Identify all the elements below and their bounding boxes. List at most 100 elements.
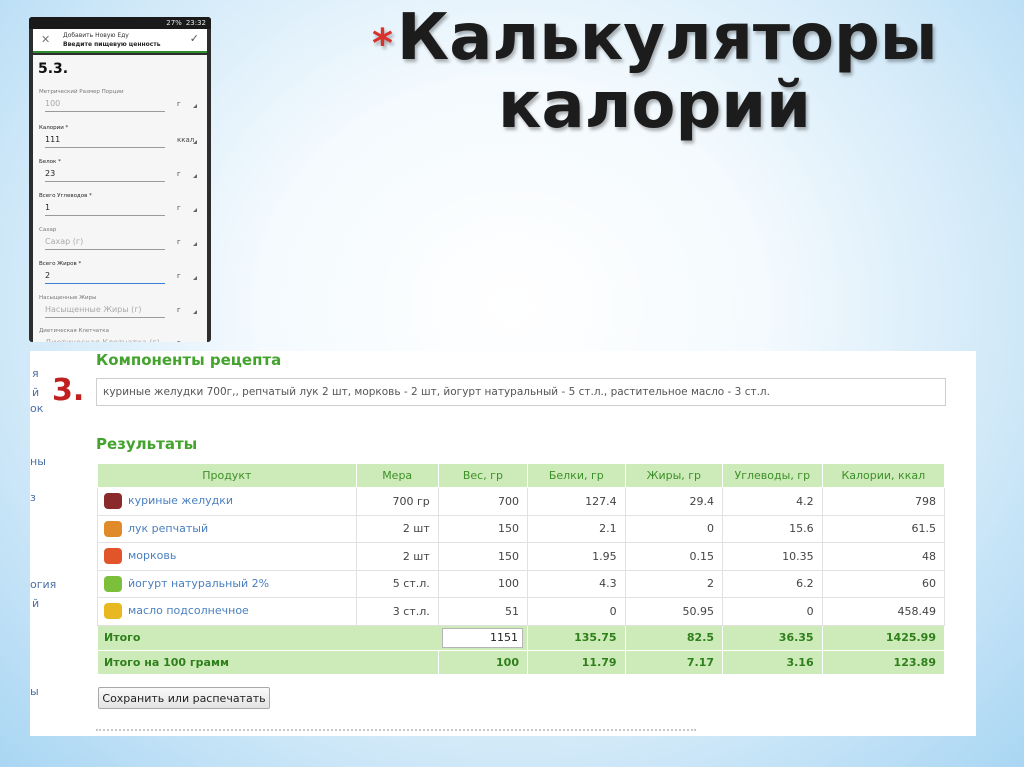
col-header-measure: Мера (355, 463, 439, 488)
table-row: масло подсолнечное 3 ст.л. 51 0 50.95 0 458.49 (97, 597, 946, 626)
carbs-cell: 0 (722, 597, 823, 626)
phone-field-unit[interactable]: г (177, 272, 181, 280)
phone-field[interactable]: Метрический Размер Порции 100 г (39, 89, 199, 119)
save-or-print-button[interactable]: Сохранить или распечатать (98, 687, 270, 709)
phone-field-unit[interactable]: ккал (177, 136, 194, 144)
phone-field-label: Калории * (39, 125, 69, 131)
phone-field-input[interactable]: Сахар (г) (45, 237, 165, 250)
phone-field-input[interactable]: 111 (45, 135, 165, 148)
phone-status-bar: 27% 23:32 (29, 17, 211, 29)
ingredients-input[interactable]: куриные желудки 700г,, репчатый лук 2 шт… (96, 378, 946, 406)
phone-field-input[interactable]: 2 (45, 271, 165, 284)
measure-cell: 700 гр (355, 487, 439, 516)
kcal-cell: 61.5 (821, 514, 946, 543)
product-cell: йогурт натуральный 2% (97, 569, 357, 598)
kcal-cell: 458.49 (821, 597, 946, 626)
product-link[interactable]: куриные желудки (128, 494, 233, 507)
product-cell: морковь (97, 542, 357, 571)
web-step-label: 3. (52, 373, 85, 408)
cut-off-content (96, 729, 696, 736)
chicken-gizzards-icon (104, 493, 122, 510)
phone-field-unit[interactable]: г (177, 306, 181, 314)
col-header-product: Продукт (97, 463, 357, 488)
weight-cell: 150 (437, 514, 529, 543)
app-subtitle: Введите пищевую ценность (63, 41, 161, 48)
protein-cell: 2.1 (527, 514, 626, 543)
phone-field-input[interactable]: Насыщенные Жиры (г) (45, 305, 165, 318)
per100-weight: 100 (437, 649, 529, 675)
per100-kcal: 123.89 (821, 649, 946, 675)
product-cell: лук репчатый (97, 514, 357, 543)
per100-fat: 7.17 (624, 649, 724, 675)
table-row: лук репчатый 2 шт 150 2.1 0 15.6 61.5 (97, 514, 946, 543)
carbs-cell: 4.2 (722, 487, 823, 516)
close-icon[interactable]: ✕ (41, 33, 50, 46)
col-header-fat: Жиры, гр (624, 463, 724, 488)
dropdown-corner-icon (193, 104, 197, 108)
phone-field[interactable]: Всего Жиров * 2 г (39, 261, 199, 291)
phone-field-label: Насыщенные Жиры (39, 295, 97, 301)
phone-field-label: Всего Углеводов * (39, 193, 92, 199)
phone-field-input[interactable]: 23 (45, 169, 165, 182)
phone-field-unit[interactable]: г (177, 339, 181, 342)
phone-field[interactable]: Сахар Сахар (г) г (39, 227, 199, 257)
col-header-protein: Белки, гр (527, 463, 626, 488)
phone-field-unit[interactable]: г (177, 204, 181, 212)
recipe-calculator: я й ок ны з огия й ы 3. Компоненты рецеп… (30, 351, 976, 736)
sidebar-text: огия (30, 578, 57, 591)
total-carbs: 36.35 (722, 624, 823, 651)
per100-carbs: 3.16 (722, 649, 823, 675)
dropdown-corner-icon (193, 174, 197, 178)
yogurt-icon (104, 575, 122, 592)
fat-cell: 2 (624, 569, 724, 598)
product-link[interactable]: йогурт натуральный 2% (128, 577, 269, 590)
protein-cell: 0 (527, 597, 626, 626)
sunflower-oil-icon (104, 603, 122, 620)
table-row: морковь 2 шт 150 1.95 0.15 10.35 48 (97, 542, 946, 571)
kcal-cell: 798 (821, 487, 946, 516)
phone-field-input[interactable]: Диетическая Клетчатка (г) (45, 338, 165, 342)
phone-field[interactable]: Белок * 23 г (39, 159, 199, 189)
title-star: * (372, 21, 393, 67)
total-kcal: 1425.99 (821, 624, 946, 651)
phone-field-input[interactable]: 100 (45, 99, 165, 112)
title-line-1: Калькуляторы (396, 1, 938, 75)
phone-field-label: Метрический Размер Порции (39, 89, 124, 95)
product-link[interactable]: масло подсолнечное (128, 604, 249, 617)
col-header-kcal: Калории, ккал (821, 463, 946, 488)
fat-cell: 0 (624, 514, 724, 543)
phone-field[interactable]: Диетическая Клетчатка Диетическая Клетчат… (39, 328, 199, 342)
dropdown-corner-icon (193, 242, 197, 246)
fat-cell: 29.4 (624, 487, 724, 516)
dropdown-corner-icon (193, 310, 197, 314)
phone-field[interactable]: Калории * 111 ккал (39, 125, 199, 155)
phone-form: 5.3. Метрический Размер Порции 100 г Калори… (33, 55, 207, 342)
phone-field-unit[interactable]: г (177, 170, 181, 178)
total-row: Итого 1151 135.75 82.5 36.35 1425.99 (97, 624, 946, 651)
phone-field-input[interactable]: 1 (45, 203, 165, 216)
onion-icon (104, 520, 122, 537)
total-weight-field[interactable]: 1151 (442, 627, 523, 648)
phone-field-label: Всего Жиров * (39, 261, 82, 267)
phone-field-unit[interactable]: г (177, 238, 181, 246)
checkmark-icon[interactable]: ✓ (190, 32, 199, 45)
phone-field-unit[interactable]: г (177, 100, 181, 108)
carbs-cell: 15.6 (722, 514, 823, 543)
sidebar-text: й (32, 386, 40, 399)
total-protein: 135.75 (527, 624, 626, 651)
phone-field[interactable]: Всего Углеводов * 1 г (39, 193, 199, 223)
measure-cell: 2 шт (355, 514, 439, 543)
weight-cell: 150 (437, 542, 529, 571)
weight-cell: 700 (437, 487, 529, 516)
product-link[interactable]: лук репчатый (128, 522, 208, 535)
phone-field[interactable]: Насыщенные Жиры Насыщенные Жиры (г) г (39, 295, 199, 325)
table-header-row: Продукт Мера Вес, гр Белки, гр Жиры, гр … (97, 463, 946, 488)
per100-row: Итого на 100 грамм 100 11.79 7.17 3.16 1… (97, 649, 946, 675)
app-title: Добавить Новую Еду (63, 32, 129, 39)
product-link[interactable]: морковь (128, 549, 176, 562)
fat-cell: 0.15 (624, 542, 724, 571)
total-label: Итого (104, 630, 141, 644)
col-header-weight: Вес, гр (437, 463, 529, 488)
total-fat: 82.5 (624, 624, 724, 651)
results-table: Продукт Мера Вес, гр Белки, гр Жиры, гр … (97, 463, 946, 675)
